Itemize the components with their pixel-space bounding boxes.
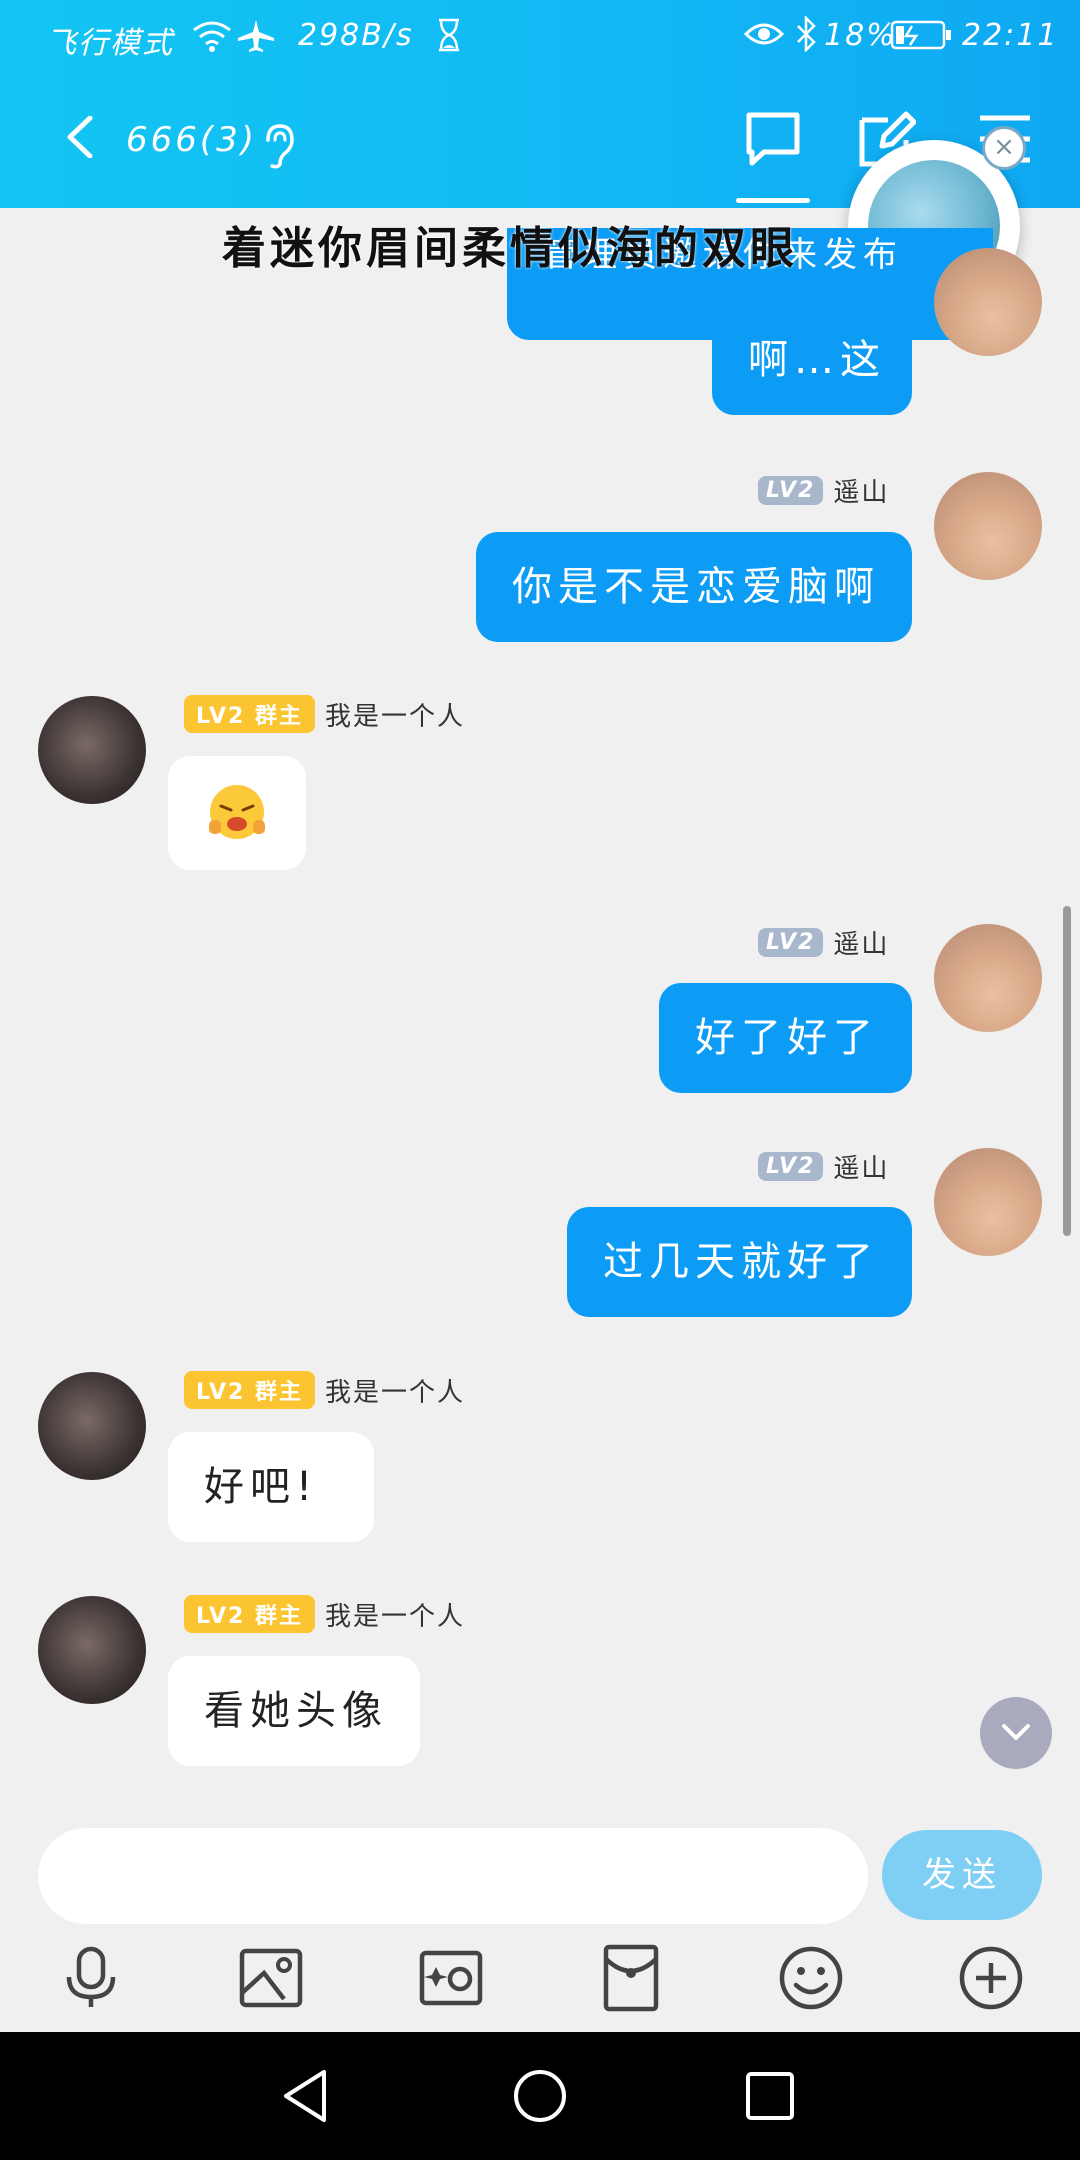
level-badge: LV2	[758, 927, 824, 957]
active-tab-indicator	[736, 198, 810, 203]
message-input[interactable]	[38, 1828, 868, 1924]
nav-back-icon[interactable]	[280, 2068, 330, 2124]
network-speed: 298B/s	[298, 18, 414, 53]
earpiece-mode-icon[interactable]	[262, 122, 296, 170]
message-text: 啊…这	[748, 337, 886, 383]
message-bubble[interactable]	[168, 756, 306, 870]
sender-meta: LV2 遥山	[758, 470, 889, 510]
message-text: 好吧!	[204, 1464, 319, 1510]
battery-percent: 18%	[824, 18, 897, 53]
chevron-down-icon	[1002, 1724, 1030, 1740]
status-bar: 飞行模式 298B/s 18% 22:11	[0, 14, 1080, 64]
scrollbar[interactable]	[1063, 906, 1071, 1236]
level-badge: LV2	[758, 1151, 824, 1181]
emoji-icon[interactable]	[776, 1943, 846, 2013]
chat-title[interactable]: 666(3)	[126, 120, 257, 160]
avatar[interactable]	[934, 924, 1042, 1032]
message-text: 过几天就好了	[603, 1239, 879, 1285]
level-badge: LV2	[758, 475, 824, 505]
back-arrow-icon[interactable]	[60, 116, 102, 158]
wifi-icon	[193, 21, 231, 52]
battery-icon	[890, 20, 951, 50]
sender-name: 我是一个人	[325, 1377, 466, 1408]
clock: 22:11	[962, 18, 1059, 53]
system-navbar	[0, 2032, 1080, 2160]
send-button[interactable]: 发送	[882, 1830, 1042, 1920]
message-text: 看她头像	[204, 1688, 388, 1734]
avatar[interactable]	[934, 1148, 1042, 1256]
sender-meta: LV2 群主 我是一个人	[184, 694, 465, 734]
red-packet-icon[interactable]	[596, 1943, 666, 2013]
scroll-to-bottom-button[interactable]	[980, 1697, 1052, 1769]
avatar[interactable]	[38, 696, 146, 804]
airplane-mode-label: 飞行模式	[46, 26, 174, 61]
message-bubble[interactable]: 好吧!	[168, 1432, 374, 1542]
sender-meta: LV2 群主 我是一个人	[184, 1370, 465, 1410]
bluetooth-icon	[797, 16, 816, 52]
close-player-icon[interactable]: ×	[982, 126, 1026, 170]
message-bubble[interactable]: 你是不是恋爱脑啊	[476, 532, 912, 642]
nav-home-icon[interactable]	[512, 2068, 568, 2124]
sender-name: 遥山	[833, 1153, 890, 1184]
plus-icon[interactable]	[956, 1943, 1026, 2013]
input-bar: 发送	[0, 1806, 1080, 2031]
owner-badge: LV2 群主	[184, 1595, 316, 1633]
microphone-icon[interactable]	[56, 1943, 126, 2013]
message-text: 好了好了	[695, 1015, 879, 1061]
eye-comfort-icon	[744, 23, 784, 45]
message-bubble[interactable]: 好了好了	[659, 983, 912, 1093]
image-icon[interactable]	[236, 1943, 306, 2013]
avatar[interactable]	[934, 472, 1042, 580]
sender-name: 我是一个人	[325, 701, 466, 732]
sender-meta: LV2 遥山	[758, 1146, 889, 1186]
avatar[interactable]	[38, 1372, 146, 1480]
hourglass-icon	[439, 18, 459, 52]
sender-name: 遥山	[833, 929, 890, 960]
nav-recents-icon[interactable]	[744, 2070, 796, 2122]
avatar[interactable]	[38, 1596, 146, 1704]
lyric-overlay: 着迷你眉间柔情似海的双眼	[222, 223, 798, 274]
owner-badge: LV2 群主	[184, 695, 316, 733]
sender-name: 遥山	[833, 477, 890, 508]
message-bubble[interactable]: 啊…这	[712, 305, 912, 415]
message-text: 你是不是恋爱脑啊	[512, 564, 880, 610]
chat-tab-icon[interactable]	[744, 110, 802, 168]
message-bubble[interactable]: 过几天就好了	[567, 1207, 912, 1317]
sender-name: 我是一个人	[325, 1601, 466, 1632]
airplane-icon	[238, 20, 274, 52]
owner-badge: LV2 群主	[184, 1371, 316, 1409]
sender-meta: LV2 遥山	[758, 922, 889, 962]
message-bubble[interactable]: 看她头像	[168, 1656, 420, 1766]
sad-face-emoji-icon	[209, 785, 265, 839]
sender-meta: LV2 群主 我是一个人	[184, 1594, 465, 1634]
camera-icon[interactable]	[416, 1943, 486, 2013]
